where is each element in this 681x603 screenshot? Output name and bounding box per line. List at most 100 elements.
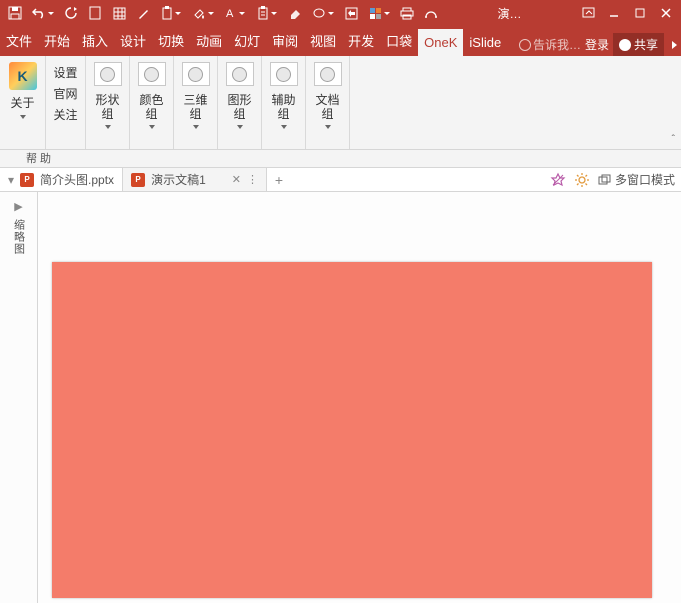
share-label: 共享 xyxy=(634,36,658,53)
redo-button[interactable] xyxy=(60,3,82,23)
eraser-icon[interactable] xyxy=(284,3,306,23)
chevron-down-icon[interactable] xyxy=(105,125,111,129)
tab-view[interactable]: 视图 xyxy=(304,25,342,56)
tab-insert[interactable]: 插入 xyxy=(76,25,114,56)
chevron-down-icon[interactable] xyxy=(237,125,243,129)
new-doc-icon[interactable] xyxy=(84,3,106,23)
chevron-down-icon[interactable] xyxy=(20,115,26,119)
color-button[interactable] xyxy=(138,62,166,86)
person-icon xyxy=(619,39,631,51)
logo-icon[interactable]: K xyxy=(9,62,37,90)
chevron-down-icon[interactable] xyxy=(281,125,287,129)
ribbon-group-3d: 三维组 xyxy=(174,56,218,149)
tab-review[interactable]: 审阅 xyxy=(266,25,304,56)
tab-menu-icon[interactable]: ⋮ xyxy=(247,173,258,186)
assist-button[interactable] xyxy=(270,62,298,86)
paste-button[interactable] xyxy=(156,3,186,23)
threed-button[interactable] xyxy=(182,62,210,86)
thumbnail-panel[interactable]: ▶ 缩略图 xyxy=(0,192,38,603)
shape-oval-button[interactable] xyxy=(308,3,338,23)
gear-icon[interactable] xyxy=(574,172,590,188)
tab-pocket[interactable]: 口袋 xyxy=(380,25,418,56)
doc-group-label[interactable]: 文档组 xyxy=(315,93,339,121)
help-bar[interactable]: 帮 助 xyxy=(0,150,681,168)
slide-canvas[interactable] xyxy=(38,192,681,603)
undo-button[interactable] xyxy=(28,3,58,23)
maximize-button[interactable] xyxy=(629,3,651,23)
pen-icon[interactable] xyxy=(132,3,154,23)
window-title: 演… xyxy=(498,5,522,22)
tab-animation[interactable]: 动画 xyxy=(190,25,228,56)
login-link[interactable]: 登录 xyxy=(585,36,609,53)
settings-label[interactable]: 设置 xyxy=(53,64,77,81)
about-label[interactable]: 关于 xyxy=(10,94,34,111)
tell-me-search[interactable]: 告诉我… xyxy=(519,36,581,53)
color-group-label[interactable]: 颜色组 xyxy=(139,93,163,121)
follow-label[interactable]: 关注 xyxy=(53,106,77,123)
window-controls xyxy=(577,3,677,23)
fill-color-button[interactable] xyxy=(188,3,218,23)
chevron-down-icon xyxy=(239,12,245,15)
ribbon: K 关于 设置 官网 关注 形状组 颜色组 三维组 图形组 辅助组 文档组 xyxy=(0,56,681,150)
tab-design[interactable]: 设计 xyxy=(114,25,152,56)
doc-button[interactable] xyxy=(314,62,342,86)
doctab-menu-icon[interactable]: ▾ xyxy=(8,173,14,187)
tab-islide[interactable]: iSlide xyxy=(463,29,507,56)
svg-text:A: A xyxy=(226,8,234,19)
arch-icon[interactable] xyxy=(420,3,442,23)
doctab-1[interactable]: ▾ P 简介头图.pptx xyxy=(0,168,123,191)
grid-icon[interactable] xyxy=(108,3,130,23)
chevron-down-icon xyxy=(48,12,54,15)
multiwindow-label: 多窗口模式 xyxy=(615,171,675,188)
title-bar: A 演… xyxy=(0,0,681,26)
lightbulb-icon xyxy=(519,39,531,51)
tab-transition[interactable]: 切换 xyxy=(152,25,190,56)
ppt-icon: P xyxy=(20,173,34,187)
print-icon[interactable] xyxy=(396,3,418,23)
chevron-down-icon[interactable] xyxy=(149,125,155,129)
close-button[interactable] xyxy=(655,3,677,23)
official-label[interactable]: 官网 xyxy=(53,85,77,102)
chevron-down-icon[interactable] xyxy=(325,125,331,129)
minimize-button[interactable] xyxy=(603,3,625,23)
thumbnail-label: 缩略图 xyxy=(11,219,27,255)
graphic-button[interactable] xyxy=(226,62,254,86)
graphic-group-label[interactable]: 图形组 xyxy=(227,93,251,121)
threed-group-label[interactable]: 三维组 xyxy=(183,93,207,121)
ribbon-group-about: K 关于 xyxy=(0,56,46,149)
tab-home[interactable]: 开始 xyxy=(38,25,76,56)
assist-group-label[interactable]: 辅助组 xyxy=(271,93,295,121)
fullscreen-icon[interactable] xyxy=(340,3,362,23)
chevron-down-icon[interactable] xyxy=(193,125,199,129)
star-icon[interactable] xyxy=(550,172,566,188)
main-area: ▶ 缩略图 xyxy=(0,192,681,603)
add-tab-button[interactable]: + xyxy=(267,168,291,191)
font-button[interactable]: A xyxy=(220,3,250,23)
ribbon-group-settings: 设置 官网 关注 xyxy=(46,56,86,149)
slide[interactable] xyxy=(52,262,652,598)
shape-button[interactable] xyxy=(94,62,122,86)
color-swatch-button[interactable] xyxy=(364,3,394,23)
share-button[interactable]: 共享 xyxy=(613,33,664,56)
tab-file[interactable]: 文件 xyxy=(0,25,38,56)
shape-group-label[interactable]: 形状组 xyxy=(95,93,119,121)
ribbon-group-graphic: 图形组 xyxy=(218,56,262,149)
ribbon-collapse-icon[interactable]: ˆ xyxy=(672,134,675,145)
close-tab-icon[interactable]: ✕ xyxy=(232,173,241,186)
chevron-right-icon[interactable]: ▶ xyxy=(14,200,22,213)
multiwindow-button[interactable]: 多窗口模式 xyxy=(598,171,675,188)
clipboard-button[interactable] xyxy=(252,3,282,23)
save-icon[interactable] xyxy=(4,3,26,23)
tab-onekey[interactable]: OneK xyxy=(418,29,463,56)
doctab-2[interactable]: P 演示文稿1 ✕ ⋮ xyxy=(123,168,267,191)
document-tabs: ▾ P 简介头图.pptx P 演示文稿1 ✕ ⋮ + 多窗口模式 xyxy=(0,168,681,192)
tab-slideshow[interactable]: 幻灯 xyxy=(228,25,266,56)
tabbar-right: 告诉我… 登录 共享 xyxy=(519,33,681,56)
ribbon-tabs: 文件 开始 插入 设计 切换 动画 幻灯 审阅 视图 开发 口袋 OneK iS… xyxy=(0,26,681,56)
ribbon-options-icon[interactable] xyxy=(577,3,599,23)
tab-developer[interactable]: 开发 xyxy=(342,25,380,56)
circle-icon xyxy=(188,67,203,82)
expand-right-icon[interactable] xyxy=(672,41,677,49)
quick-access-toolbar: A xyxy=(4,3,442,23)
chevron-down-icon xyxy=(384,12,390,15)
